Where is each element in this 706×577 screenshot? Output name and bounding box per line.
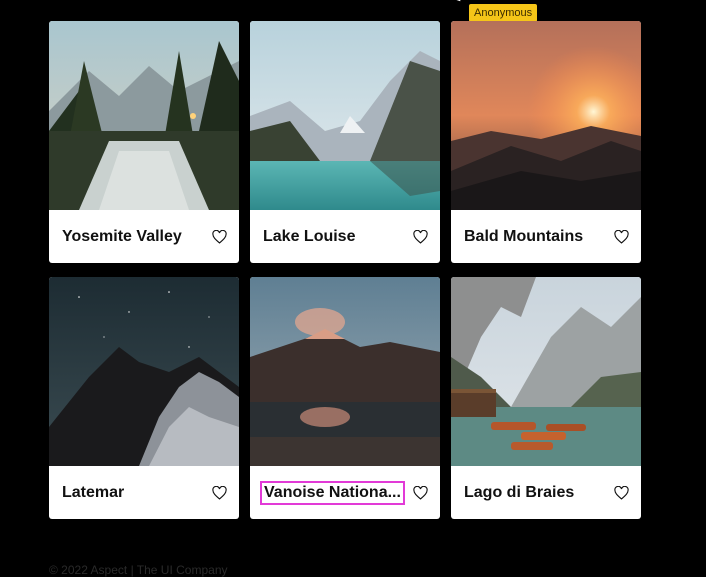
heart-icon[interactable] [613, 229, 629, 245]
destination-card[interactable]: Lake Louise [250, 21, 440, 263]
card-title: Bald Mountains [464, 227, 584, 245]
heart-icon[interactable] [412, 229, 428, 245]
destination-card[interactable]: Vanoise Nationa... [250, 277, 440, 519]
heart-icon[interactable] [613, 485, 629, 501]
destination-card[interactable]: Yosemite Valley [49, 21, 239, 263]
destination-card[interactable]: Latemar [49, 277, 239, 519]
heart-icon[interactable] [211, 229, 227, 245]
mountain-reflection-photo [250, 277, 440, 466]
card-title: Yosemite Valley [62, 227, 182, 245]
copyright-text: © 2022 Aspect | The UI Company [49, 563, 228, 577]
heart-icon[interactable] [412, 485, 428, 501]
mouse-cursor [450, 0, 466, 5]
destination-card[interactable]: Bald Mountains [451, 21, 641, 263]
card-title: Lago di Braies [464, 483, 575, 501]
lake-boats-photo [451, 277, 641, 466]
card-title[interactable]: Vanoise Nationa... [260, 480, 405, 505]
user-tooltip: Anonymous [469, 4, 538, 22]
night-mountain-photo [49, 277, 239, 466]
card-title: Lake Louise [263, 227, 356, 245]
heart-icon[interactable] [211, 485, 227, 501]
mountain-lake-photo [250, 21, 440, 210]
card-title: Latemar [62, 483, 125, 501]
destination-grid: Yosemite Valley Lake Louise Bald Mountai… [49, 21, 641, 519]
forest-river-photo [49, 21, 239, 210]
sunset-mountains-photo [451, 21, 641, 210]
destination-card[interactable]: Lago di Braies [451, 277, 641, 519]
